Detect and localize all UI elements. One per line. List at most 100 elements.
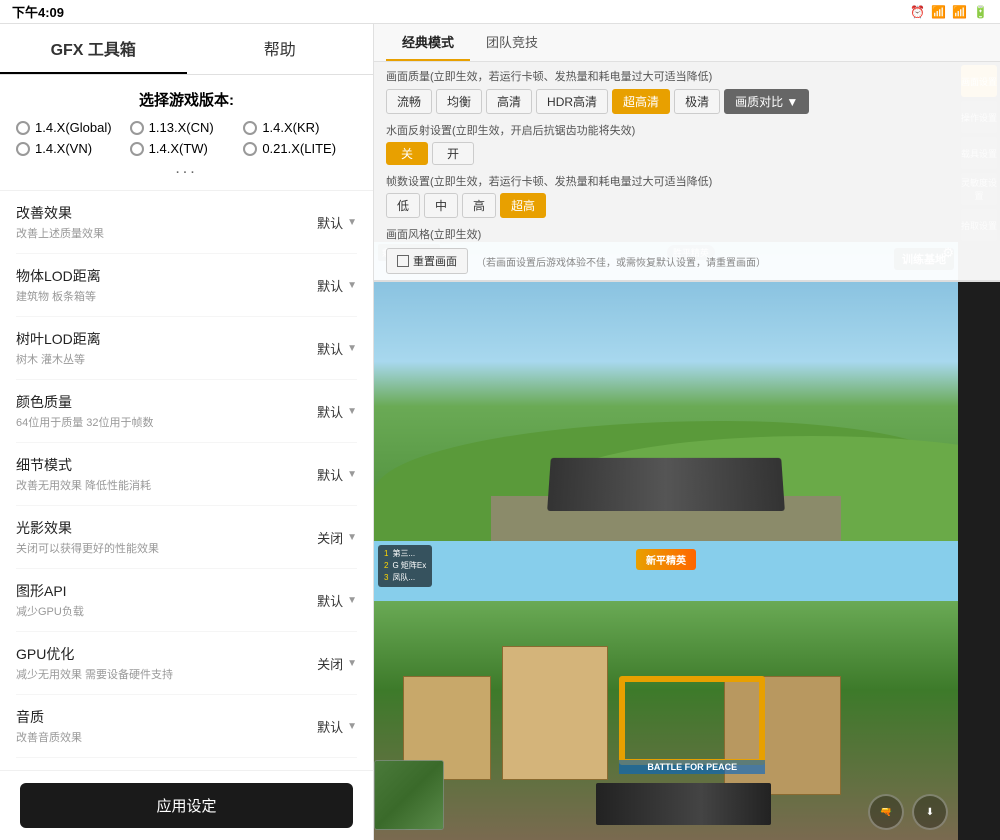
left-tabs: GFX 工具箱 帮助 xyxy=(0,24,373,75)
setting-gpu-opt-control[interactable]: 关闭 ▼ xyxy=(317,654,357,673)
version-tw-label: 1.4.X(TW) xyxy=(149,141,208,156)
quality-compare-btn[interactable]: 画质对比 ▼ xyxy=(724,89,809,114)
setting-water-reflection: Water Reflection Only for Ultra graphics… xyxy=(16,758,357,770)
chevron-icon-5: ▼ xyxy=(347,469,357,480)
setting-shadow-value: 关闭 xyxy=(317,528,343,547)
version-lite[interactable]: 0.21.X(LITE) xyxy=(243,141,357,156)
setting-audio-name: 音质 xyxy=(16,707,317,727)
apply-button[interactable]: 应用设定 xyxy=(20,783,353,828)
water-label: 水面反射设置(立即生效，开启后抗锯齿功能将失效) xyxy=(386,122,988,138)
game-tab-classic[interactable]: 经典模式 xyxy=(386,24,470,61)
setting-lod-leaf-value: 默认 xyxy=(317,339,343,358)
water-on-btn[interactable]: 开 xyxy=(432,142,474,165)
setting-improve-effects-desc: 改善上述质量效果 xyxy=(16,225,317,241)
setting-graphics-api-name: 图形API xyxy=(16,581,317,601)
setting-detail-mode-control[interactable]: 默认 ▼ xyxy=(317,465,357,484)
setting-improve-effects-name: 改善效果 xyxy=(16,203,317,223)
reset-btn-label: 重置画面 xyxy=(413,253,457,269)
setting-color-quality-value: 默认 xyxy=(317,402,343,421)
building-2 xyxy=(502,646,607,781)
more-dots[interactable]: ... xyxy=(16,156,357,182)
setting-gpu-opt-desc: 减少无用效果 需要设备硬件支持 xyxy=(16,666,317,682)
setting-color-quality-control[interactable]: 默认 ▼ xyxy=(317,402,357,421)
setting-detail-mode: 细节模式 改善无用效果 降低性能消耗 默认 ▼ xyxy=(16,443,357,506)
scoreboard-hud: 1 第三... 2 G 矩阵Ex 3 凤队... xyxy=(378,545,432,587)
radio-cn xyxy=(130,121,144,135)
setting-lod-leaf-name: 树叶LOD距离 xyxy=(16,329,317,349)
quality-ultra[interactable]: 超高清 xyxy=(612,89,670,114)
version-kr[interactable]: 1.4.X(KR) xyxy=(243,120,357,135)
fps-buttons: 低 中 高 超高 xyxy=(386,193,988,218)
minimap-container xyxy=(374,760,444,830)
quality-hd[interactable]: 高清 xyxy=(486,89,532,114)
quality-extreme[interactable]: 极清 xyxy=(674,89,720,114)
chevron-icon-4: ▼ xyxy=(347,406,357,417)
setting-lod-leaf-control[interactable]: 默认 ▼ xyxy=(317,339,357,358)
chevron-icon-7: ▼ xyxy=(347,595,357,606)
setting-improve-effects: 改善效果 改善上述质量效果 默认 ▼ xyxy=(16,191,357,254)
apply-btn-wrap: 应用设定 xyxy=(0,770,373,840)
action-btn-crouch[interactable]: ⬇ xyxy=(912,794,948,830)
chevron-icon-2: ▼ xyxy=(347,280,357,291)
setting-gpu-opt-value: 关闭 xyxy=(317,654,343,673)
setting-graphics-api-desc: 减少GPU负载 xyxy=(16,603,317,619)
minimap-inner xyxy=(375,761,443,829)
setting-lod-leaf-desc: 树木 灌木丛等 xyxy=(16,351,317,367)
game-scene-bottom: BATTLE FOR PEACE 1 第三... 2 G 矩阵Ex 3 凤队..… xyxy=(374,541,958,840)
setting-audio-value: 默认 xyxy=(317,717,343,736)
setting-lod-object-control[interactable]: 默认 ▼ xyxy=(317,276,357,295)
setting-color-quality-name: 颜色质量 xyxy=(16,392,317,412)
quality-balanced[interactable]: 均衡 xyxy=(436,89,482,114)
version-grid: 1.4.X(Global) 1.13.X(CN) 1.4.X(KR) 1.4.X… xyxy=(16,120,357,156)
setting-lod-object: 物体LOD距离 建筑物 板条箱等 默认 ▼ xyxy=(16,254,357,317)
setting-detail-mode-value: 默认 xyxy=(317,465,343,484)
chevron-icon-9: ▼ xyxy=(347,721,357,732)
quality-smooth[interactable]: 流畅 xyxy=(386,89,432,114)
fps-label: 帧数设置(立即生效，若运行卡顿、发热量和耗电量过大可适当降低) xyxy=(386,173,988,189)
version-vn[interactable]: 1.4.X(VN) xyxy=(16,141,130,156)
main-layout: GFX 工具箱 帮助 选择游戏版本: 1.4.X(Global) 1.13.X(… xyxy=(0,24,1000,840)
setting-detail-mode-desc: 改善无用效果 降低性能消耗 xyxy=(16,477,317,493)
water-row: 水面反射设置(立即生效，开启后抗锯齿功能将失效) 关 开 xyxy=(374,118,1000,169)
quality-buttons: 流畅 均衡 高清 HDR高清 超高清 极清 画质对比 ▼ xyxy=(386,89,988,114)
fps-mid[interactable]: 中 xyxy=(424,193,458,218)
left-panel: GFX 工具箱 帮助 选择游戏版本: 1.4.X(Global) 1.13.X(… xyxy=(0,24,374,840)
version-global-label: 1.4.X(Global) xyxy=(35,120,112,135)
setting-audio-control[interactable]: 默认 ▼ xyxy=(317,717,357,736)
version-tw[interactable]: 1.4.X(TW) xyxy=(130,141,244,156)
game-settings-overlay: 经典模式 团队竞技 画面质量(立即生效，若运行卡顿、发热量和耗电量过大可适当降低… xyxy=(374,24,1000,282)
action-btn-fire[interactable]: 🔫 xyxy=(868,794,904,830)
version-title: 选择游戏版本: xyxy=(16,89,357,110)
signal1-icon: 📶 xyxy=(931,5,946,19)
radio-kr xyxy=(243,121,257,135)
reset-button[interactable]: 重置画面 xyxy=(386,248,468,274)
tab-help[interactable]: 帮助 xyxy=(187,24,374,74)
arch-structure xyxy=(619,676,765,766)
action-buttons: 🔫 ⬇ xyxy=(868,794,948,830)
game-tab-team[interactable]: 团队竞技 xyxy=(470,24,554,61)
fps-high[interactable]: 高 xyxy=(462,193,496,218)
setting-lod-object-desc: 建筑物 板条箱等 xyxy=(16,288,317,304)
version-cn[interactable]: 1.13.X(CN) xyxy=(130,120,244,135)
gun-bottom xyxy=(596,783,771,825)
battery-icon: 🔋 xyxy=(973,5,988,19)
setting-improve-effects-control[interactable]: 默认 ▼ xyxy=(317,213,357,232)
setting-lod-object-value: 默认 xyxy=(317,276,343,295)
water-off-btn[interactable]: 关 xyxy=(386,142,428,165)
setting-shadow-effect: 光影效果 关闭可以获得更好的性能效果 关闭 ▼ xyxy=(16,506,357,569)
setting-graphics-api-control[interactable]: 默认 ▼ xyxy=(317,591,357,610)
setting-shadow-control[interactable]: 关闭 ▼ xyxy=(317,528,357,547)
setting-detail-mode-name: 细节模式 xyxy=(16,455,317,475)
setting-lod-object-name: 物体LOD距离 xyxy=(16,266,317,286)
game-view: 训练基地 剩余 2 淘汰 8 胜平精英 ⚙ xyxy=(374,242,1000,840)
radio-tw xyxy=(130,142,144,156)
setting-gpu-opt-name: GPU优化 xyxy=(16,644,317,664)
quality-hdr[interactable]: HDR高清 xyxy=(536,89,608,114)
quality-row: 画面质量(立即生效，若运行卡顿、发热量和耗电量过大可适当降低) 流畅 均衡 高清… xyxy=(374,62,1000,118)
tab-gfx[interactable]: GFX 工具箱 xyxy=(0,24,187,74)
fps-low[interactable]: 低 xyxy=(386,193,420,218)
chevron-icon-8: ▼ xyxy=(347,658,357,669)
fps-ultra[interactable]: 超高 xyxy=(500,193,546,218)
alarm-icon: ⏰ xyxy=(910,5,925,19)
version-global[interactable]: 1.4.X(Global) xyxy=(16,120,130,135)
